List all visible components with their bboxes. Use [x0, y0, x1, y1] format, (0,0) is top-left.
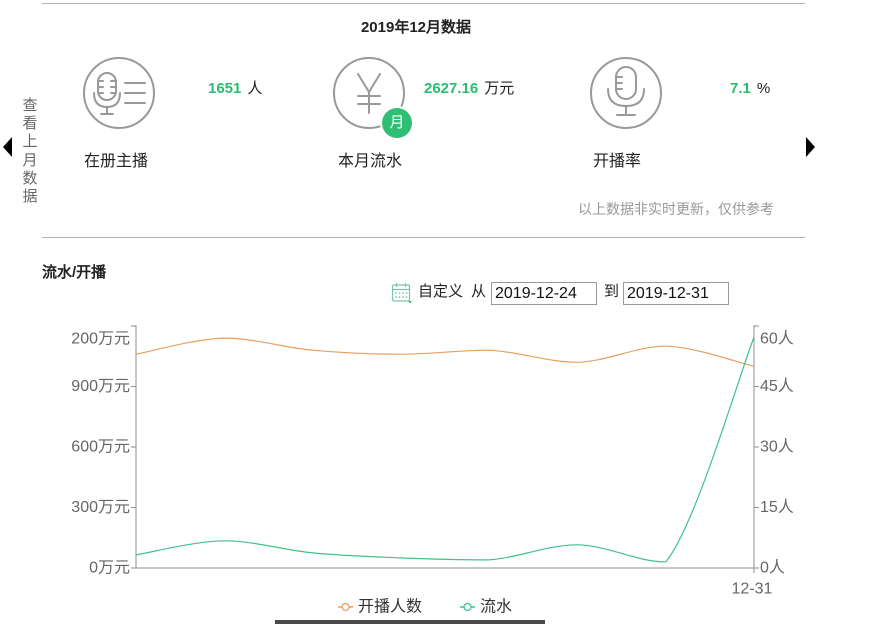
right-y-tick-label: 30人 [760, 438, 794, 456]
podcast-host-icon [83, 57, 155, 129]
legend-label: 开播人数 [358, 598, 422, 616]
calendar-icon[interactable] [391, 281, 413, 304]
stat-unit: 人 [247, 80, 263, 97]
stat-label-revenue: 本月流水 [337, 153, 402, 170]
stat-value-revenue: 2627.16 万元 [424, 80, 514, 98]
left-y-tick-label: 200万元 [71, 331, 130, 348]
stat-number: 2627.16 [424, 80, 479, 97]
x-tick-label: 12-31 [732, 581, 773, 598]
legend-label: 流水 [480, 598, 512, 616]
stat-number: 7.1 [730, 80, 751, 97]
right-y-tick-label: 0人 [760, 559, 785, 577]
to-label: 到 [604, 283, 620, 300]
left-y-tick-label: 900万元 [71, 378, 130, 395]
top-divider [42, 3, 805, 4]
series-line-broadcast-count [135, 337, 755, 367]
stat-number: 1651 [208, 80, 242, 97]
series-line-revenue [135, 336, 755, 563]
left-y-tick-label: 300万元 [71, 499, 130, 516]
horizontal-scrollbar-thumb[interactable] [275, 620, 545, 624]
right-y-tick-label: 15人 [760, 498, 794, 516]
data-disclaimer: 以上数据非实时更新，仅供参考 [578, 201, 774, 217]
right-y-tick-label: 45人 [760, 377, 794, 395]
prev-month-button[interactable]: 查看上月数据 [21, 97, 39, 206]
stat-label-hosts: 在册主播 [83, 153, 148, 170]
section-divider [42, 237, 805, 238]
stat-unit: % [756, 80, 771, 97]
stat-unit: 万元 [484, 80, 515, 97]
custom-range-label: 自定义 [418, 283, 464, 300]
stat-value-hosts: 1651 人 [208, 80, 262, 98]
start-date-input[interactable] [491, 282, 597, 305]
from-label: 从 [471, 283, 487, 300]
stat-value-broadcast-rate: 7.1% [730, 80, 770, 98]
legend-item-revenue[interactable]: 流水 [460, 598, 512, 616]
next-month-button[interactable] [806, 137, 815, 157]
stat-label-broadcast-rate: 开播率 [592, 153, 641, 170]
right-y-tick-label: 60人 [760, 330, 794, 348]
revenue-broadcast-line-chart: 0万元 300万元 600万元 900万元 200万元 0人 15人 30人 45人 60人 12-… [71, 325, 794, 616]
left-y-tick-label: 600万元 [71, 439, 130, 456]
legend-item-broadcast-count[interactable]: 开播人数 [338, 598, 422, 616]
legend-circle-marker [463, 602, 472, 612]
legend-circle-marker [341, 602, 350, 612]
left-y-tick-label: 0万元 [89, 560, 130, 577]
end-date-input[interactable] [623, 282, 729, 305]
chart-title: 流水/开播 [42, 264, 107, 281]
triangle-left-icon[interactable] [3, 137, 12, 157]
microphone-icon [590, 57, 662, 129]
page-title: 2019年12月数据 [360, 19, 472, 36]
month-badge: 月 [382, 108, 412, 138]
